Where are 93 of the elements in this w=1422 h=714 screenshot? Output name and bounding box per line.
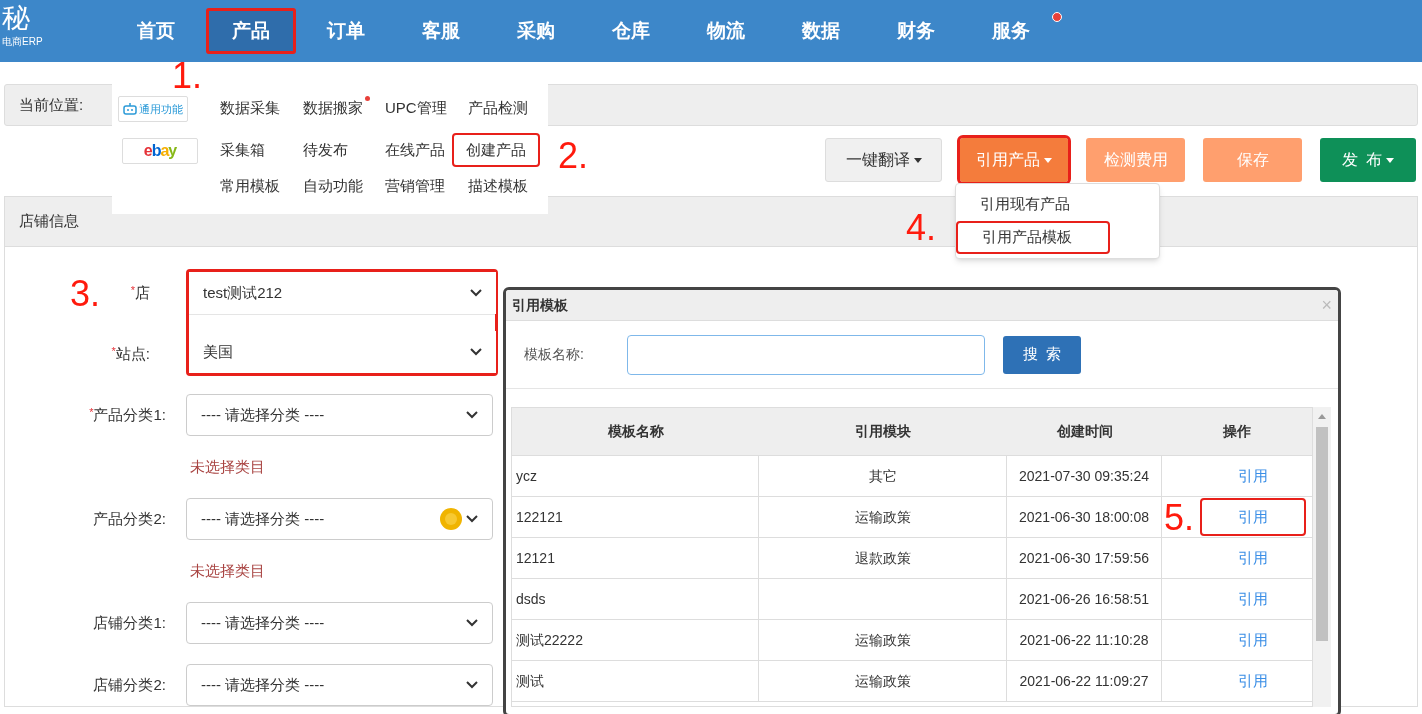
search-button[interactable]: 搜 索 [1003, 335, 1081, 374]
table-cell: 2021-06-22 11:10:28 [1007, 620, 1162, 660]
logo-mark: 秘 [2, 2, 30, 34]
reference-link[interactable]: 引用 [1200, 580, 1306, 618]
table-cell: 运输政策 [759, 620, 1007, 660]
caret-icon [1044, 157, 1052, 163]
table-cell: 2021-07-30 09:35:24 [1007, 456, 1162, 496]
reference-link[interactable]: 引用 [1200, 539, 1306, 577]
menu-item[interactable]: 在线产品 [383, 138, 447, 162]
nav-tab[interactable]: 首页 [110, 8, 201, 54]
select-field[interactable]: 美国 [189, 331, 496, 373]
menu-item[interactable]: UPC管理 [383, 96, 449, 120]
field-label: 店铺分类1: [93, 612, 166, 633]
validation-message: 未选择类目 [190, 456, 265, 477]
step-number: 5. [1164, 500, 1195, 536]
robot-icon [123, 103, 137, 115]
validation-message: 未选择类目 [190, 560, 265, 581]
nav-tab[interactable]: 物流 [680, 8, 771, 54]
table-cell: 122121 [512, 497, 759, 537]
table-cell: dsds [512, 579, 759, 619]
menu-item[interactable]: 描述模板 [465, 174, 530, 198]
menu-item[interactable]: 产品检测 [465, 96, 530, 120]
ebay-logo[interactable]: ebay [122, 138, 198, 164]
table-cell: 测试 [512, 661, 759, 701]
nav-tab[interactable]: 订单 [300, 8, 391, 54]
field-label: *店 [130, 282, 150, 303]
table-cell: 其它 [759, 456, 1007, 496]
dialog-title: 引用模板 [512, 295, 568, 315]
nav-tab[interactable]: 服务 [965, 8, 1056, 54]
step-number: 1. [172, 58, 203, 94]
column-header: 操作 [1222, 422, 1252, 441]
table-cell: 2021-06-30 18:00:08 [1007, 497, 1162, 537]
reference-link[interactable]: 引用 [1200, 457, 1306, 495]
column-header: 模板名称 [606, 422, 665, 441]
reference-link[interactable]: 引用 [1200, 621, 1306, 659]
column-header: 引用模块 [854, 422, 912, 441]
chevron-down-icon [466, 515, 478, 523]
menu-item[interactable]: 自动功能 [300, 174, 365, 198]
menu-item[interactable]: 引用现有产品 [956, 188, 1094, 221]
caret-icon [913, 157, 922, 163]
select-field[interactable]: ---- 请选择分类 ---- [186, 498, 493, 540]
chevron-down-icon [466, 681, 478, 689]
reference-link[interactable]: 引用 [1200, 498, 1306, 536]
select-field[interactable]: ---- 请选择分类 ---- [186, 664, 493, 706]
coin-icon [440, 508, 462, 530]
nav-tab[interactable]: 仓库 [585, 8, 676, 54]
menu-item[interactable]: 数据采集 [218, 96, 282, 120]
select-field[interactable]: test测试212 [189, 272, 496, 314]
table-cell: 运输政策 [759, 661, 1007, 701]
chevron-down-icon [470, 289, 482, 297]
logo-subtitle: 电商ERP [2, 35, 43, 49]
chevron-down-icon [466, 411, 478, 419]
step-number: 2. [558, 138, 589, 174]
toolbar-button[interactable]: 一键翻译 [825, 138, 942, 182]
menu-item[interactable]: 营销管理 [383, 174, 447, 198]
menu-item[interactable]: 引用产品模板 [956, 221, 1110, 254]
step-number: 4. [906, 210, 937, 246]
reference-link[interactable]: 引用 [1200, 662, 1306, 700]
table-cell: 12121 [512, 538, 759, 578]
search-field[interactable] [627, 334, 985, 375]
nav-tab[interactable]: 客服 [395, 8, 486, 54]
field-label: 店铺分类2: [93, 674, 166, 695]
menu-item[interactable]: 待发布 [300, 138, 350, 162]
table-cell: 2021-06-22 11:09:27 [1007, 661, 1162, 701]
toolbar-button[interactable]: 发 布 [1320, 138, 1416, 182]
table-cell: 2021-06-26 16:58:51 [1007, 579, 1162, 619]
column-header: 创建时间 [1055, 422, 1114, 441]
chevron-down-icon [470, 348, 482, 356]
select-field[interactable]: ---- 请选择分类 ---- [186, 394, 493, 436]
menu-item[interactable]: 数据搬家 [300, 96, 365, 120]
field-label: 产品分类2: [93, 508, 166, 529]
menu-item[interactable]: 常用模板 [218, 174, 282, 198]
nav-tab[interactable]: 财务 [870, 8, 961, 54]
nav-tab[interactable]: 采购 [490, 8, 581, 54]
search-label: 模板名称: [524, 345, 585, 364]
select-field[interactable]: ---- 请选择分类 ---- [186, 602, 493, 644]
caret-icon [1386, 157, 1395, 163]
menu-item[interactable]: 创建产品 [451, 132, 540, 168]
table-cell: ycz [512, 456, 759, 496]
table-cell: 退款政策 [759, 538, 1007, 578]
breadcrumb-label: 当前位置: [19, 94, 84, 115]
table-cell: 测试22222 [512, 620, 759, 660]
step-number: 3. [70, 276, 101, 312]
menu-item[interactable]: 采集箱 [218, 138, 267, 162]
table-cell: 运输政策 [759, 497, 1007, 537]
field-label: *站点: [111, 343, 150, 364]
category-tag[interactable]: 通用功能 [118, 96, 188, 122]
nav-tab[interactable]: 产品 [205, 8, 296, 54]
field-label: *产品分类1: [89, 404, 166, 425]
chevron-down-icon [466, 619, 478, 627]
panel-title: 店铺信息 [19, 211, 79, 232]
table-cell: 2021-06-30 17:59:56 [1007, 538, 1162, 578]
nav-tab[interactable]: 数据 [775, 8, 866, 54]
